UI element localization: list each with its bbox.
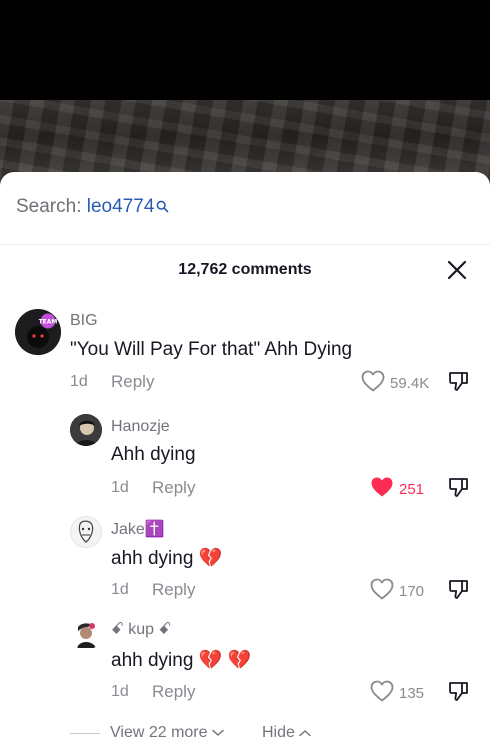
hide-label: Hide <box>262 724 295 741</box>
like-count: 251 <box>399 480 425 498</box>
reply-button[interactable]: Reply <box>152 580 195 600</box>
dislike-icon[interactable] <box>447 577 471 601</box>
search-label: Search: <box>16 196 82 217</box>
comment-username[interactable]: Jake✝️ <box>111 519 165 539</box>
video-background <box>0 0 490 100</box>
comment-age: 1d <box>111 581 129 598</box>
comment-text: Ahh dying <box>111 444 196 465</box>
like-button[interactable]: 59.4K <box>361 370 429 396</box>
avatar[interactable] <box>70 414 102 446</box>
avatar[interactable] <box>70 618 102 650</box>
view-more-replies-button[interactable]: View 22 more <box>110 724 224 742</box>
comment-age: 1d <box>70 373 88 390</box>
like-button[interactable]: 251 <box>370 476 424 502</box>
heart-filled-icon <box>370 476 394 502</box>
replies-divider-line <box>70 733 100 734</box>
dislike-icon[interactable] <box>447 369 471 393</box>
header-divider <box>0 244 490 245</box>
close-icon[interactable] <box>446 259 468 281</box>
reply-button[interactable]: Reply <box>152 682 195 702</box>
reply-button[interactable]: Reply <box>152 478 195 498</box>
comment-age: 1d <box>111 479 129 496</box>
chevron-up-icon <box>299 724 312 741</box>
comment-text: "You Will Pay For that" Ahh Dying <box>70 339 353 360</box>
dislike-icon[interactable] <box>447 679 471 703</box>
dislike-icon[interactable] <box>447 475 471 499</box>
comments-count: 12,762 comments <box>178 261 312 278</box>
comment-username[interactable]: ꗃ kup ꗃ <box>111 621 171 639</box>
comment-username[interactable]: BIG <box>70 312 98 330</box>
reply-button[interactable]: Reply <box>111 372 154 392</box>
view-more-label: View 22 more <box>110 724 208 741</box>
avatar[interactable] <box>70 516 102 548</box>
like-count: 170 <box>399 582 425 600</box>
heart-outline-icon <box>361 370 385 396</box>
chevron-down-icon <box>212 724 224 741</box>
like-count: 59.4K <box>390 374 430 392</box>
comment-username[interactable]: Hanozje <box>111 418 170 436</box>
search-suggestion[interactable]: Search: leo4774 <box>16 196 169 219</box>
heart-outline-icon <box>370 578 394 604</box>
like-button[interactable]: 135 <box>370 680 424 706</box>
like-count: 135 <box>399 684 425 702</box>
avatar-badge: TEAM <box>39 319 58 326</box>
comment-text: ahh dying 💔 <box>111 548 223 569</box>
comment-age: 1d <box>111 683 129 700</box>
like-button[interactable]: 170 <box>370 578 424 604</box>
avatar[interactable]: TEAM <box>15 309 61 355</box>
heart-outline-icon <box>370 680 394 706</box>
comment-text: ahh dying 💔 💔 <box>111 650 252 671</box>
hide-replies-button[interactable]: Hide <box>262 724 312 742</box>
search-icon <box>156 197 169 219</box>
search-term-link[interactable]: leo4774 <box>87 196 155 217</box>
